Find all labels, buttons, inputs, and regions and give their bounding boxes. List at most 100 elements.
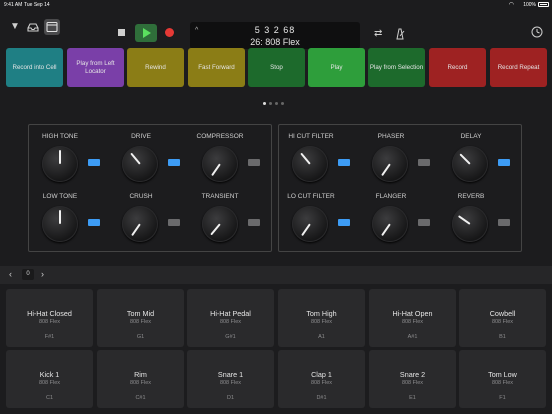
knob-low-tone[interactable] xyxy=(42,206,78,242)
toggle-hi-cut-filter[interactable] xyxy=(338,159,350,166)
drum-pad-name: Snare 2 xyxy=(399,370,426,379)
drum-pad[interactable]: Tom Mid 808 Flex G1 xyxy=(97,289,184,347)
play-button[interactable] xyxy=(135,24,157,42)
drum-pad-name: Hi-Hat Pedal xyxy=(210,309,251,318)
dropdown-triangle-icon[interactable]: ▼ xyxy=(8,20,22,34)
label-hi-cut-filter: HI CUT FILTER xyxy=(288,133,334,140)
label-reverb: REVERB xyxy=(457,193,485,200)
pad-play-from-left-locator[interactable]: Play from Left Locator xyxy=(67,48,124,87)
pad-play[interactable]: Play xyxy=(308,48,365,87)
grid-page-number: 0 xyxy=(22,269,34,280)
status-bar: 9:41 AM Tue Sep 14 ◠ 100% xyxy=(0,0,552,10)
drum-pad-name: Clap 1 xyxy=(311,370,332,379)
page-dot xyxy=(275,102,278,105)
drum-pad-note: A#1 xyxy=(407,334,418,340)
library-icon[interactable] xyxy=(26,20,40,34)
drum-pad-kit: 808 Flex xyxy=(219,380,242,386)
toggle-transient[interactable] xyxy=(248,219,260,226)
pad-play-from-selection[interactable]: Play from Selection xyxy=(368,48,425,87)
drum-pad[interactable]: Hi-Hat Closed 808 Flex F#1 xyxy=(6,289,93,347)
toggle-lo-cut-filter[interactable] xyxy=(338,219,350,226)
pad-record-repeat[interactable]: Record Repeat xyxy=(490,48,547,87)
page-indicator[interactable] xyxy=(263,92,287,110)
page-dot xyxy=(281,102,284,105)
knob-reverb[interactable] xyxy=(452,206,488,242)
knob-flanger[interactable] xyxy=(372,206,408,242)
pad-record-into-cell[interactable]: Record into Cell xyxy=(6,48,63,87)
toggle-crush[interactable] xyxy=(168,219,180,226)
label-crush: CRUSH xyxy=(129,193,153,200)
knob-phaser[interactable] xyxy=(372,146,408,182)
metronome-icon[interactable] xyxy=(394,28,406,43)
knob-compressor[interactable] xyxy=(202,146,238,182)
page-dot-active xyxy=(263,102,266,105)
drum-pad[interactable]: Hi-Hat Open 808 Flex A#1 xyxy=(369,289,456,347)
toggle-reverb[interactable] xyxy=(498,219,510,226)
drum-pad[interactable]: Tom High 808 Flex A1 xyxy=(278,289,365,347)
drum-pad[interactable]: Snare 1 808 Flex D1 xyxy=(187,350,274,408)
pad-rewind[interactable]: Rewind xyxy=(127,48,184,87)
toggle-high-tone[interactable] xyxy=(88,159,100,166)
drum-pad-note: G#1 xyxy=(225,334,236,340)
knob-high-tone[interactable] xyxy=(42,146,78,182)
drum-pad-note: F#1 xyxy=(44,334,55,340)
drum-pad[interactable]: Clap 1 808 Flex D#1 xyxy=(278,350,365,408)
fx-panel-left: HIGH TONE DRIVE COMPRESSOR LOW TONE CRUS… xyxy=(28,124,272,252)
drum-pad-kit: 808 Flex xyxy=(401,319,424,325)
drum-pad-name: Kick 1 xyxy=(39,370,60,379)
lcd-position: 5 3 2 68 xyxy=(254,25,296,35)
label-drive: DRIVE xyxy=(131,133,151,140)
knob-lo-cut-filter[interactable] xyxy=(292,206,328,242)
label-delay: DELAY xyxy=(460,133,482,140)
wifi-icon: ◠ xyxy=(508,2,514,8)
chevron-left-icon[interactable]: ‹ xyxy=(9,269,12,279)
drum-pad-kit: 808 Flex xyxy=(129,319,152,325)
settings-icon[interactable] xyxy=(531,26,543,41)
drum-pad-kit: 808 Flex xyxy=(310,380,333,386)
label-lo-cut-filter: LO CUT FILTER xyxy=(287,193,335,200)
drum-pad[interactable]: Hi-Hat Pedal 808 Flex G#1 xyxy=(187,289,274,347)
toggle-delay[interactable] xyxy=(498,159,510,166)
lcd-patch-name: 26: 808 Flex xyxy=(250,37,300,47)
browser-icon[interactable] xyxy=(44,19,60,35)
drum-pad[interactable]: Cowbell 808 Flex B1 xyxy=(459,289,546,347)
pad-fast-forward[interactable]: Fast Forward xyxy=(188,48,245,87)
toggle-drive[interactable] xyxy=(168,159,180,166)
knob-hi-cut-filter[interactable] xyxy=(292,146,328,182)
toggle-flanger[interactable] xyxy=(418,219,430,226)
toggle-low-tone[interactable] xyxy=(88,219,100,226)
knob-delay[interactable] xyxy=(452,146,488,182)
drum-pad[interactable]: Rim 808 Flex C#1 xyxy=(97,350,184,408)
label-low-tone: LOW TONE xyxy=(42,193,78,200)
toggle-compressor[interactable] xyxy=(248,159,260,166)
chevron-right-icon[interactable]: › xyxy=(41,269,44,279)
drum-pad-note: A1 xyxy=(318,334,325,340)
remote-pads: Record into Cell Play from Left Locator … xyxy=(6,48,548,88)
lcd-display[interactable]: ^ 5 3 2 68 26: 808 Flex xyxy=(190,22,360,49)
battery-percent: 100% xyxy=(523,2,536,8)
drum-pad-kit: 808 Flex xyxy=(38,380,61,386)
battery-icon xyxy=(538,2,549,7)
label-flanger: FLANGER xyxy=(375,193,407,200)
pad-stop[interactable]: Stop xyxy=(248,48,305,87)
drum-pad-name: Cowbell xyxy=(489,309,516,318)
pad-record[interactable]: Record xyxy=(429,48,486,87)
control-bar: ▼ ^ 5 3 2 68 26: 808 Flex ⇄ xyxy=(0,10,552,49)
drum-pad[interactable]: Tom Low 808 Flex F1 xyxy=(459,350,546,408)
drum-pad-name: Hi-Hat Closed xyxy=(27,309,72,318)
record-button[interactable] xyxy=(165,28,174,37)
drum-pad-kit: 808 Flex xyxy=(129,380,152,386)
drum-pad-note: F1 xyxy=(499,395,506,401)
toggle-phaser[interactable] xyxy=(418,159,430,166)
drum-pad-note: E1 xyxy=(409,395,416,401)
drum-pad[interactable]: Snare 2 808 Flex E1 xyxy=(369,350,456,408)
knob-crush[interactable] xyxy=(122,206,158,242)
stop-button[interactable] xyxy=(118,29,125,36)
cycle-icon[interactable]: ⇄ xyxy=(374,28,382,39)
label-transient: TRANSIENT xyxy=(201,193,239,200)
knob-drive[interactable] xyxy=(122,146,158,182)
knob-transient[interactable] xyxy=(202,206,238,242)
drum-pad[interactable]: Kick 1 808 Flex C1 xyxy=(6,350,93,408)
drum-pad-name: Snare 1 xyxy=(217,370,244,379)
drum-pad-kit: 808 Flex xyxy=(38,319,61,325)
